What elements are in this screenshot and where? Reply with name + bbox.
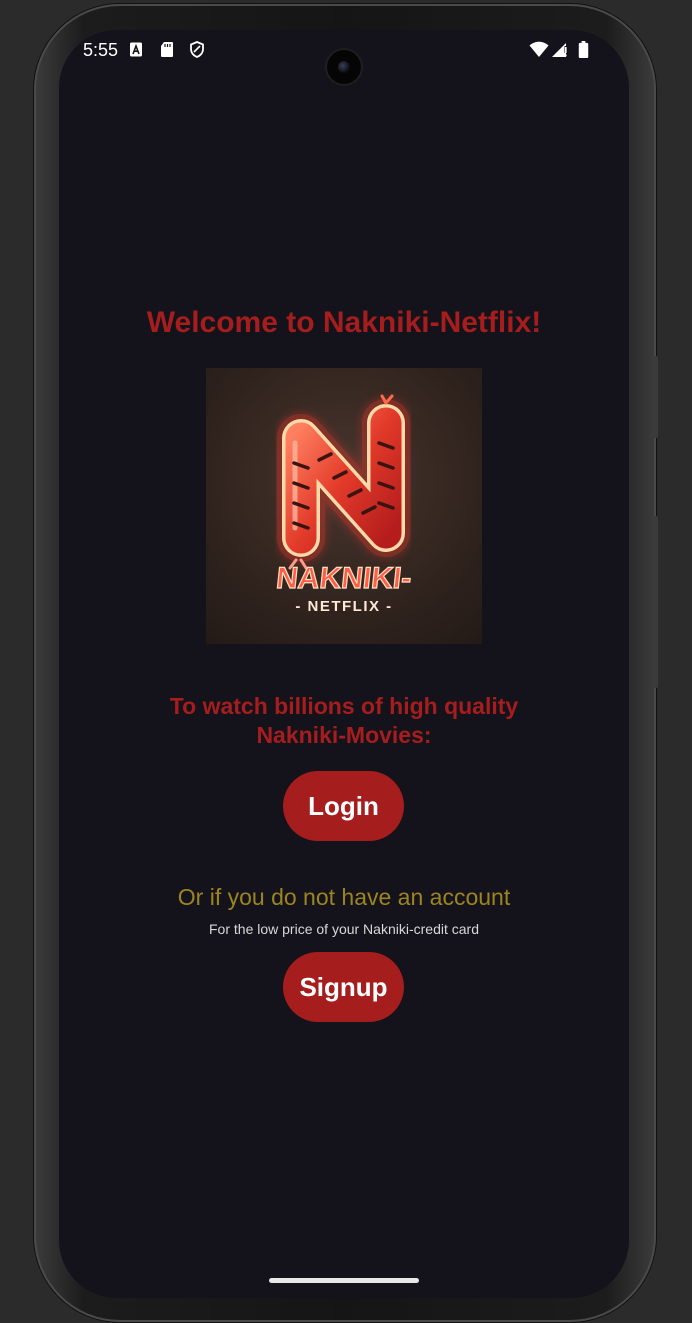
- tagline-line-1: To watch billions of high quality: [169, 693, 519, 719]
- front-camera: [327, 50, 361, 84]
- signal-icon: [552, 43, 567, 57]
- wifi-icon: [529, 41, 549, 57]
- login-button[interactable]: Login: [283, 771, 404, 841]
- tagline: To watch billions of high quality Naknik…: [119, 692, 569, 750]
- sd-card-icon: [161, 42, 173, 57]
- signup-button[interactable]: Signup: [283, 952, 404, 1022]
- no-account-prompt: Or if you do not have an account: [177, 884, 511, 910]
- logo-sub-text: - NETFLIX -: [295, 598, 392, 615]
- tagline-line-2: Nakniki-Movies:: [256, 722, 432, 748]
- logo-brand-text: NAKNIKI-: [275, 562, 413, 595]
- welcome-title: Welcome to Nakniki-Netflix!: [146, 306, 542, 339]
- a-notification-icon: [130, 42, 142, 57]
- logo-artwork: NAKNIKI- - NETFLIX -: [274, 394, 414, 615]
- home-indicator[interactable]: [269, 1278, 419, 1283]
- battery-icon: [578, 41, 589, 58]
- shield-icon: [190, 41, 204, 58]
- clock: 5:55: [83, 40, 119, 60]
- power-button: [653, 516, 658, 688]
- price-note: For the low price of your Nakniki-credit…: [209, 921, 479, 937]
- app-screen: 5:55 Welcome to Nakniki-Netflix! NAKNIKI…: [59, 30, 629, 1298]
- volume-button: [653, 356, 658, 438]
- nakniki-netflix-logo: NAKNIKI- - NETFLIX -: [206, 368, 482, 644]
